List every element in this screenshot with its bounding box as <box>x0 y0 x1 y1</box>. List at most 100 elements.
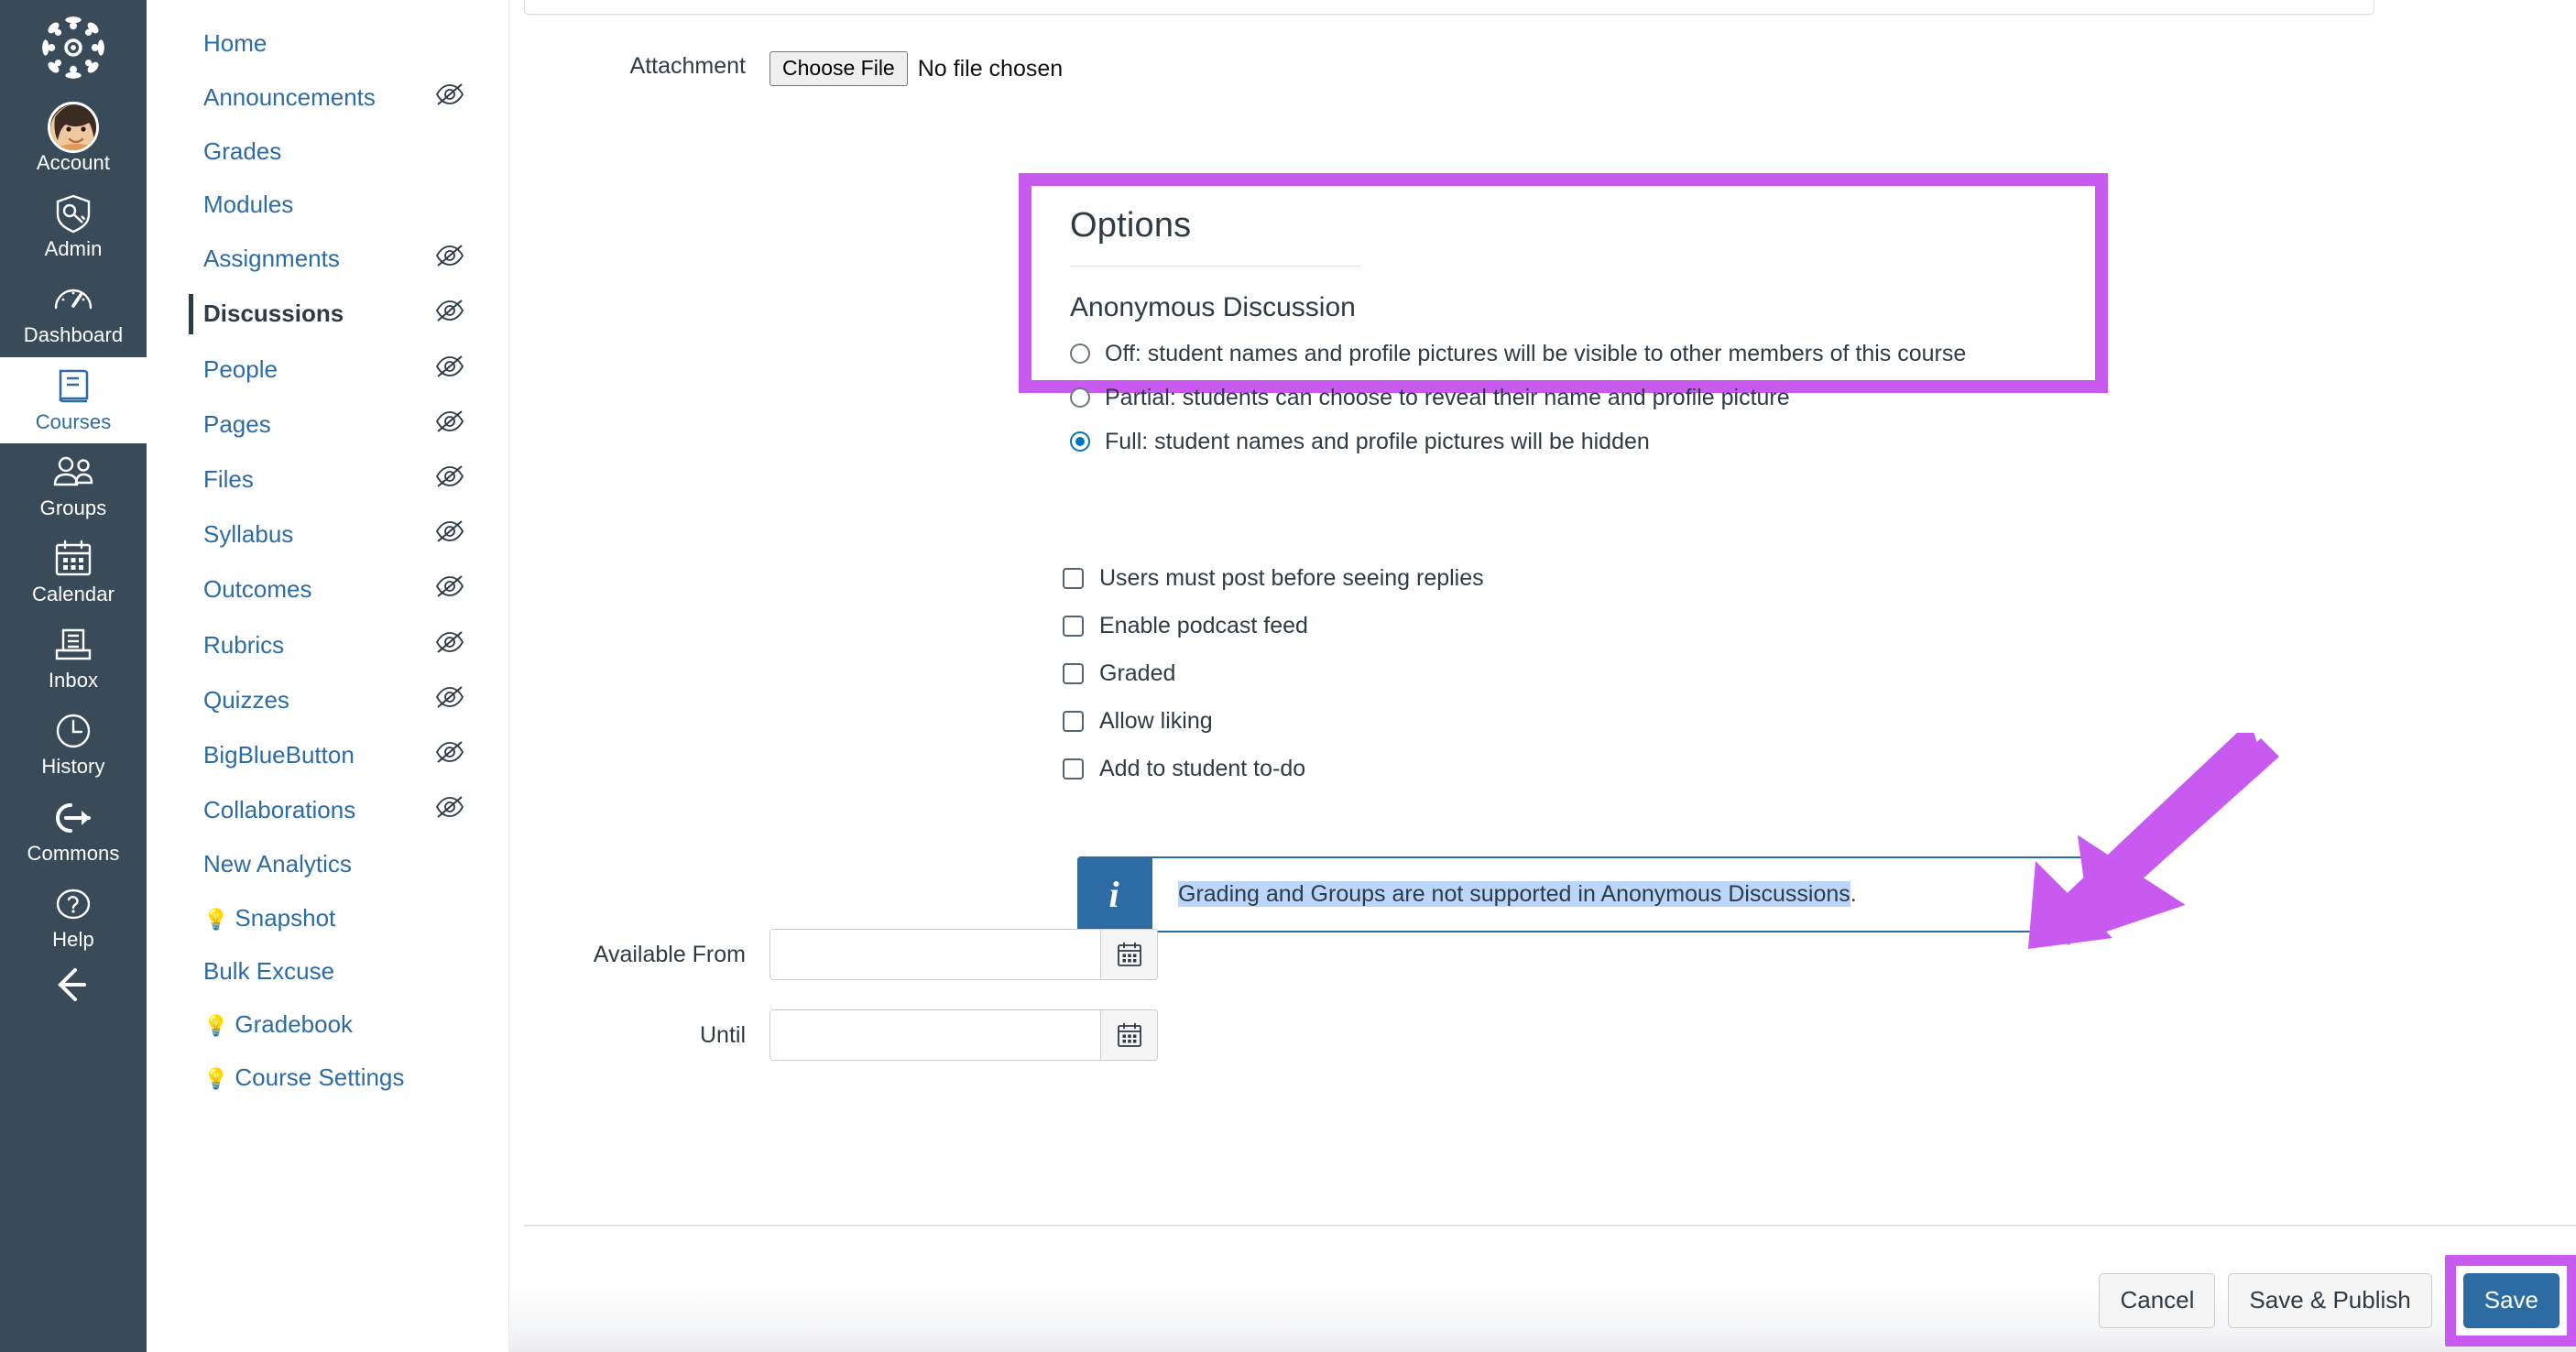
course-nav-item-files[interactable]: Files <box>147 452 508 507</box>
anonymity-radio-full[interactable]: Full: student names and profile pictures… <box>1070 428 2095 455</box>
users-must-post-checkbox[interactable] <box>1063 568 1084 589</box>
global-nav-item-account[interactable]: Account <box>0 98 147 184</box>
radio-full[interactable] <box>1070 431 1090 452</box>
enable-podcast-feed-checkbox[interactable] <box>1063 616 1084 637</box>
course-nav-label: Snapshot <box>235 903 336 932</box>
checkbox-row-users-must-post[interactable]: Users must post before seeing replies <box>1063 565 1484 592</box>
global-nav-item-dashboard[interactable]: Dashboard <box>0 270 147 356</box>
anonymity-radio-partial[interactable]: Partial: students can choose to reveal t… <box>1070 384 2095 411</box>
global-nav-item-calendar[interactable]: Calendar <box>0 529 147 616</box>
until-row: Until <box>524 1009 1898 1061</box>
hidden-eye-icon <box>435 409 464 440</box>
alert-text: Grading and Groups are not supported in … <box>1178 881 1857 908</box>
hidden-eye-icon <box>435 795 464 825</box>
available-from-row: Available From <box>524 929 1898 980</box>
course-nav-item-pages[interactable]: Pages <box>147 397 508 452</box>
checkbox-row-add-to-student-todo[interactable]: Add to student to-do <box>1063 756 1484 782</box>
course-nav-item-new-analytics[interactable]: New Analytics <box>147 838 508 891</box>
canvas-logo-icon[interactable] <box>40 15 106 85</box>
global-nav-item-commons[interactable]: Commons <box>0 789 147 875</box>
course-nav-item-grades[interactable]: Grades <box>147 125 508 178</box>
hidden-eye-icon <box>435 244 464 274</box>
radio-partial-label: Partial: students can choose to reveal t… <box>1105 385 1790 410</box>
global-nav-item-groups[interactable]: Groups <box>0 443 147 529</box>
checkbox-row-enable-podcast-feed[interactable]: Enable podcast feed <box>1063 613 1484 639</box>
global-nav-item-help[interactable]: Help <box>0 875 147 961</box>
clock-icon <box>53 710 93 752</box>
course-nav-item-course-settings[interactable]: 💡 Course Settings <box>147 1052 508 1105</box>
course-nav-item-bulk-excuse[interactable]: Bulk Excuse <box>147 944 508 998</box>
course-nav-item-collaborations[interactable]: Collaborations <box>147 783 508 838</box>
course-nav-item-people[interactable]: People <box>147 342 508 397</box>
global-nav-item-admin[interactable]: Admin <box>0 184 147 270</box>
course-nav-label: Quizzes <box>203 685 289 714</box>
global-nav-label: Calendar <box>31 582 115 605</box>
course-nav-item-home[interactable]: Home <box>147 16 508 70</box>
global-nav-label: Commons <box>27 841 120 865</box>
radio-off[interactable] <box>1070 343 1090 364</box>
hidden-eye-icon <box>435 740 464 770</box>
course-nav-label: Files <box>203 465 254 493</box>
allow-liking-checkbox[interactable] <box>1063 711 1084 732</box>
radio-off-label: Off: student names and profile pictures … <box>1105 341 1967 366</box>
available-from-input[interactable] <box>770 930 1100 979</box>
anonymity-radio-off[interactable]: Off: student names and profile pictures … <box>1070 340 2095 367</box>
arrow-out-circle-icon <box>51 797 95 839</box>
course-nav-item-modules[interactable]: Modules <box>147 179 508 232</box>
course-nav-item-syllabus[interactable]: Syllabus <box>147 507 508 562</box>
purple-pointer-arrow <box>2028 733 2279 949</box>
course-nav-item-quizzes[interactable]: Quizzes <box>147 672 508 727</box>
until-calendar-icon[interactable] <box>1100 1010 1157 1060</box>
global-nav-label: Dashboard <box>23 323 124 347</box>
course-nav-label: Modules <box>203 191 294 219</box>
course-nav-label: Discussions <box>203 300 344 328</box>
attachment-label: Attachment <box>629 53 746 79</box>
available-from-calendar-icon[interactable] <box>1100 930 1157 979</box>
save-button-highlight: Save <box>2444 1255 2576 1347</box>
course-nav-item-discussions[interactable]: Discussions <box>147 287 508 342</box>
until-input[interactable] <box>770 1010 1100 1060</box>
checkbox-row-graded[interactable]: Graded <box>1063 660 1484 687</box>
question-circle-icon <box>53 883 93 925</box>
cancel-button[interactable]: Cancel <box>2099 1273 2216 1328</box>
choose-file-button[interactable]: Choose File <box>770 51 908 86</box>
course-nav-label: Grades <box>203 136 282 165</box>
course-nav-label: People <box>203 354 278 383</box>
course-nav-label: Syllabus <box>203 520 294 549</box>
course-nav-item-rubrics[interactable]: Rubrics <box>147 617 508 672</box>
anonymous-discussion-info-alert: i Grading and Groups are not supported i… <box>1077 856 2094 932</box>
save-and-publish-button[interactable]: Save & Publish <box>2228 1273 2432 1328</box>
graded-checkbox[interactable] <box>1063 663 1084 684</box>
global-nav-item-history[interactable]: History <box>0 702 147 788</box>
gauge-icon <box>52 278 94 321</box>
checkbox-row-allow-liking[interactable]: Allow liking <box>1063 708 1484 735</box>
radio-partial[interactable] <box>1070 387 1090 408</box>
hidden-eye-icon <box>435 82 464 113</box>
course-nav-item-bigbluebutton[interactable]: BigBlueButton <box>147 727 508 782</box>
lightbulb-icon: 💡 <box>203 1013 229 1037</box>
alert-highlighted-text: Grading and Groups are not supported in … <box>1178 881 1850 907</box>
global-nav-label: Admin <box>44 237 103 261</box>
add-to-student-todo-checkbox[interactable] <box>1063 758 1084 780</box>
course-nav-item-announcements[interactable]: Announcements <box>147 70 508 125</box>
course-nav-item-assignments[interactable]: Assignments <box>147 232 508 287</box>
global-nav-item-courses[interactable]: Courses <box>0 356 147 443</box>
discussion-edit-form: Attachment Choose File No file chosen Opt… <box>509 0 2576 1352</box>
course-nav-item-outcomes[interactable]: Outcomes <box>147 562 508 617</box>
attachment-control: Choose File No file chosen <box>770 51 1063 86</box>
avatar <box>48 102 99 153</box>
form-action-buttons: Cancel Save & Publish Save <box>2099 1255 2576 1347</box>
alert-body: Grading and Groups are not supported in … <box>1151 856 2094 932</box>
save-button[interactable]: Save <box>2462 1273 2560 1328</box>
course-nav-label: Announcements <box>203 82 376 111</box>
availability-dates: Available From Until <box>524 929 1898 1090</box>
collapse-arrow-icon[interactable] <box>51 966 95 1008</box>
course-nav-label: New Analytics <box>203 850 352 878</box>
global-nav-item-inbox[interactable]: Inbox <box>0 616 147 702</box>
footer-divider <box>524 1225 2576 1227</box>
info-icon: i <box>1077 856 1151 932</box>
course-nav-item-snapshot[interactable]: 💡 Snapshot <box>147 891 508 944</box>
course-nav-item-gradebook[interactable]: 💡 Gradebook <box>147 998 508 1051</box>
course-nav-label: BigBlueButton <box>203 740 355 769</box>
lightbulb-icon: 💡 <box>203 1067 229 1091</box>
